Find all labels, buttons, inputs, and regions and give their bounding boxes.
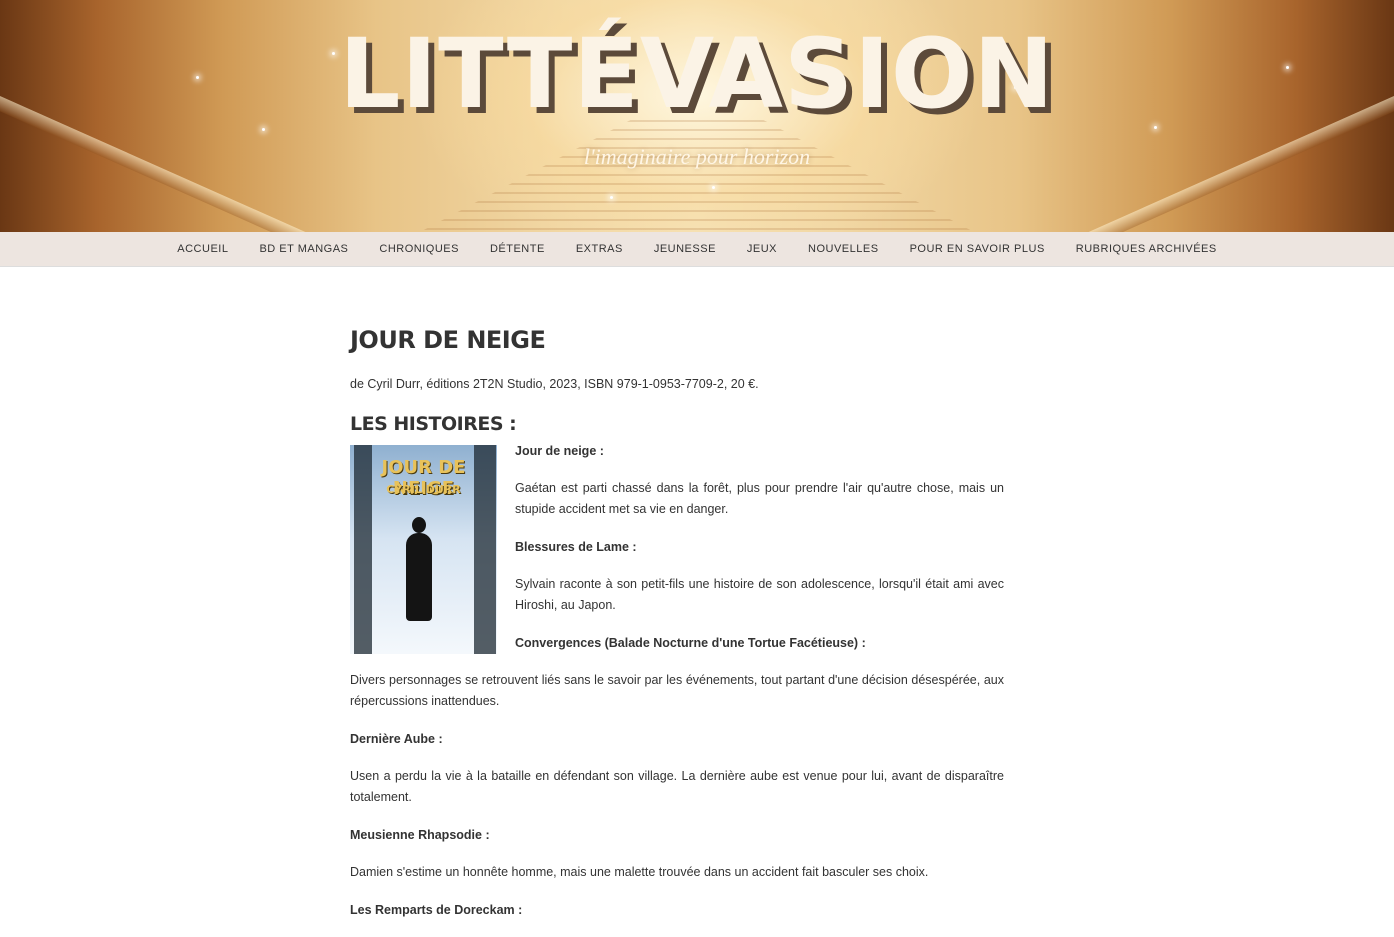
site-tagline: l'imaginaire pour horizon xyxy=(583,144,811,169)
cover-author: CYRIL DURR xyxy=(386,483,461,496)
nav-item-jeunesse[interactable]: JEUNESSE xyxy=(638,232,731,266)
story-text: Divers personnages se retrouvent liés sa… xyxy=(350,673,1004,708)
story-text: Usen a perdu la vie à la bataille en déf… xyxy=(350,769,1004,804)
site-title[interactable]: LITTÉVASION xyxy=(0,18,1394,130)
sparkle-icon xyxy=(712,186,715,189)
story-text: Damien s'estime un honnête homme, mais u… xyxy=(350,865,929,879)
article-title: JOUR DE NEIGE xyxy=(350,326,546,354)
nav-item-extras[interactable]: EXTRAS xyxy=(560,232,638,266)
article-meta: de Cyril Durr, éditions 2T2N Studio, 202… xyxy=(350,377,759,391)
cover-walker xyxy=(406,517,432,621)
nav-item-detente[interactable]: DÉTENTE xyxy=(474,232,560,266)
story-title: Dernière Aube : xyxy=(350,732,443,746)
story-title: Les Remparts de Doreckam : xyxy=(350,903,523,917)
sparkle-icon xyxy=(610,196,613,199)
article: JOUR DE NEIGE de Cyril Durr, éditions 2T… xyxy=(350,326,1004,937)
nav-item-chroniques[interactable]: CHRONIQUES xyxy=(364,232,475,266)
nav-item-bd-et-mangas[interactable]: BD ET MANGAS xyxy=(244,232,364,266)
bridge-deck xyxy=(420,120,974,232)
nav-item-pour-en-savoir-plus[interactable]: POUR EN SAVOIR PLUS xyxy=(894,232,1060,266)
nav-item-nouvelles[interactable]: NOUVELLES xyxy=(793,232,895,266)
nav-item-accueil[interactable]: ACCUEIL xyxy=(162,232,244,266)
nav-item-jeux[interactable]: JEUX xyxy=(731,232,792,266)
nav-item-rubriques-archivees[interactable]: RUBRIQUES ARCHIVÉES xyxy=(1060,232,1232,266)
section-heading: LES HISTOIRES : xyxy=(350,413,517,435)
site-header: LITTÉVASION l'imaginaire pour horizon xyxy=(0,0,1394,232)
book-cover-image[interactable]: JOUR DE NEIGE CYRIL DURR xyxy=(350,445,497,654)
main-navigation: ACCUEIL BD ET MANGAS CHRONIQUES DÉTENTE … xyxy=(0,232,1394,267)
story-title: Meusienne Rhapsodie : xyxy=(350,828,490,842)
